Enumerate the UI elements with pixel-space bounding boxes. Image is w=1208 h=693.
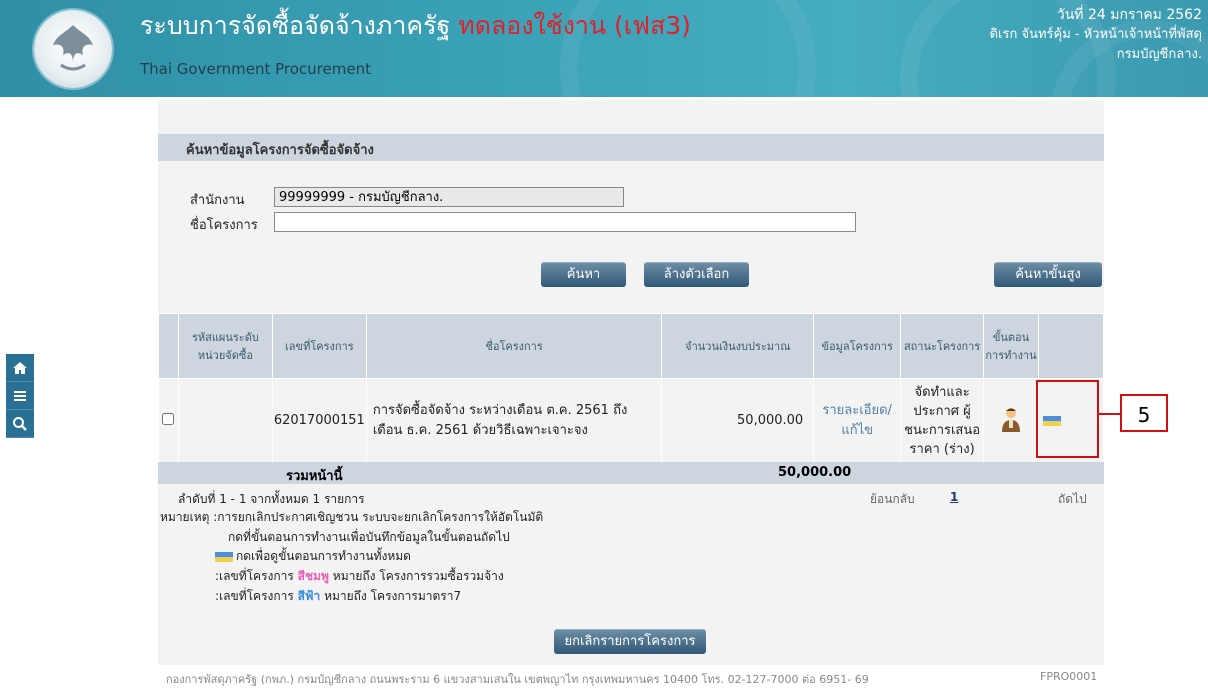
user-org: กรมบัญชีกลาง. bbox=[1116, 47, 1202, 62]
project-name-input[interactable] bbox=[274, 212, 856, 232]
search-section-header: ค้นหาข้อมูลโครงการจัดซื้อจัดจ้าง bbox=[158, 134, 1104, 161]
search-icon[interactable] bbox=[6, 410, 34, 438]
search-button[interactable]: ค้นหา bbox=[541, 262, 626, 287]
prev-page-link[interactable]: ย้อนกลับ bbox=[870, 490, 915, 509]
sum-row: รวมหน้านี้ 50,000.00 bbox=[158, 462, 1104, 484]
note-pink: :เลขที่โครงการ สีชมพู หมายถึง โครงการรวม… bbox=[215, 569, 504, 583]
table-row: 62017000151 การจัดซื้อจัดจ้าง ระหว่างเดื… bbox=[158, 378, 1104, 463]
trial-label: ทดลองใช้งาน (เฟส3) bbox=[458, 11, 691, 40]
person-step-icon[interactable] bbox=[1000, 406, 1022, 432]
app-title: ระบบการจัดซื้อจัดจ้างภาครัฐ ทดลองใช้งาน … bbox=[140, 11, 691, 40]
header-plan-code: รหัสแผนระดับหน่วยจัดซื้อ bbox=[177, 313, 273, 379]
header-project-no: เลขที่โครงการ bbox=[271, 313, 367, 379]
page-number-link[interactable]: 1 bbox=[950, 490, 958, 504]
table-header-row: รหัสแผนระดับหน่วยจัดซื้อ เลขที่โครงการ ช… bbox=[158, 313, 1104, 379]
advanced-search-button[interactable]: ค้นหาขั้นสูง bbox=[994, 262, 1102, 287]
user-info: วันที่ 24 มกราคม 2562 ดิเรก จันทร์คุ้ม -… bbox=[990, 5, 1202, 65]
cell-plan-code bbox=[177, 378, 273, 463]
home-icon[interactable] bbox=[6, 354, 34, 382]
app-subtitle: Thai Government Procurement bbox=[140, 60, 371, 78]
sum-value: 50,000.00 bbox=[778, 465, 852, 480]
current-date: วันที่ 24 มกราคม 2562 bbox=[1056, 7, 1202, 23]
cell-budget: 50,000.00 bbox=[661, 378, 815, 463]
next-page-link[interactable]: ถัดไป bbox=[1058, 490, 1087, 509]
project-name-label: ชื่อโครงการ bbox=[190, 218, 258, 233]
cell-project-name: การจัดซื้อจัดจ้าง ระหว่างเดือน ต.ค. 2561… bbox=[365, 378, 663, 463]
cancel-projects-button[interactable]: ยกเลิกรายการโครงการ bbox=[554, 629, 706, 654]
results-table: รหัสแผนระดับหน่วยจัดซื้อ เลขที่โครงการ ช… bbox=[158, 313, 1104, 463]
note-blue: :เลขที่โครงการ สีฟ้า หมายถึง โครงการมาตร… bbox=[215, 589, 462, 603]
header-info: ข้อมูลโครงการ bbox=[813, 313, 902, 379]
menu-icon[interactable] bbox=[6, 382, 34, 410]
workflow-step-cell bbox=[983, 378, 1039, 463]
highlight-box bbox=[1036, 380, 1099, 458]
sum-label: รวมหน้านี้ bbox=[286, 469, 343, 484]
footer-address: กองการพัสดุภาครัฐ (กพภ.) กรมบัญชีกลาง ถน… bbox=[166, 673, 869, 686]
office-field: 99999999 - กรมบัญชีกลาง. bbox=[274, 187, 624, 207]
side-toolbar bbox=[6, 354, 34, 438]
project-detail-link[interactable]: รายละเอียด/แก้ไข bbox=[813, 378, 902, 463]
ministry-logo bbox=[34, 10, 112, 88]
header-budget: จำนวนเงินงบประมาณ bbox=[661, 313, 815, 379]
header-workflow: ขั้นตอนการทำงาน bbox=[983, 313, 1039, 379]
office-label: สำนักงาน bbox=[190, 193, 245, 208]
search-section-title: ค้นหาข้อมูลโครงการจัดซื้อจัดจ้าง bbox=[186, 143, 374, 158]
blue-color-label: สีฟ้า bbox=[297, 589, 321, 603]
callout-number: 5 bbox=[1120, 394, 1168, 432]
header-status: สถานะโครงการ bbox=[900, 313, 985, 379]
cell-status: จัดทำและประกาศ ผู้ชนะการเสนอราคา (ร่าง) bbox=[900, 378, 985, 463]
header-extra bbox=[1038, 313, 1104, 379]
all-steps-legend-icon bbox=[215, 551, 233, 562]
pager-summary: ลำดับที่ 1 - 1 จากทั้งหมด 1 รายการ bbox=[178, 492, 365, 506]
note-all-steps: กดเพื่อดูขั้นตอนการทำงานทั้งหมด bbox=[215, 547, 411, 566]
row-checkbox[interactable] bbox=[162, 412, 175, 425]
clear-button[interactable]: ล้างตัวเลือก bbox=[644, 262, 749, 287]
cell-project-no: 62017000151 bbox=[271, 378, 367, 463]
note-workflow: กดที่ขั้นตอนการทำงานเพื่อบันทึกข้อมูลในข… bbox=[228, 530, 510, 544]
user-name: ดิเรก จันทร์คุ้ม - หัวหน้าเจ้าหน้าที่พัส… bbox=[989, 27, 1202, 42]
header-project-name: ชื่อโครงการ bbox=[365, 313, 663, 379]
note-cancel: หมายเหตุ :การยกเลิกประกาศเชิญชวน ระบบจะย… bbox=[160, 510, 544, 524]
pink-color-label: สีชมพู bbox=[297, 569, 329, 583]
app-header: ระบบการจัดซื้อจัดจ้างภาครัฐ ทดลองใช้งาน … bbox=[0, 0, 1208, 97]
footer-code: FPRO0001 bbox=[1040, 670, 1098, 683]
select-header bbox=[158, 313, 179, 379]
callout-connector bbox=[1099, 413, 1120, 415]
row-checkbox-cell bbox=[158, 378, 179, 463]
